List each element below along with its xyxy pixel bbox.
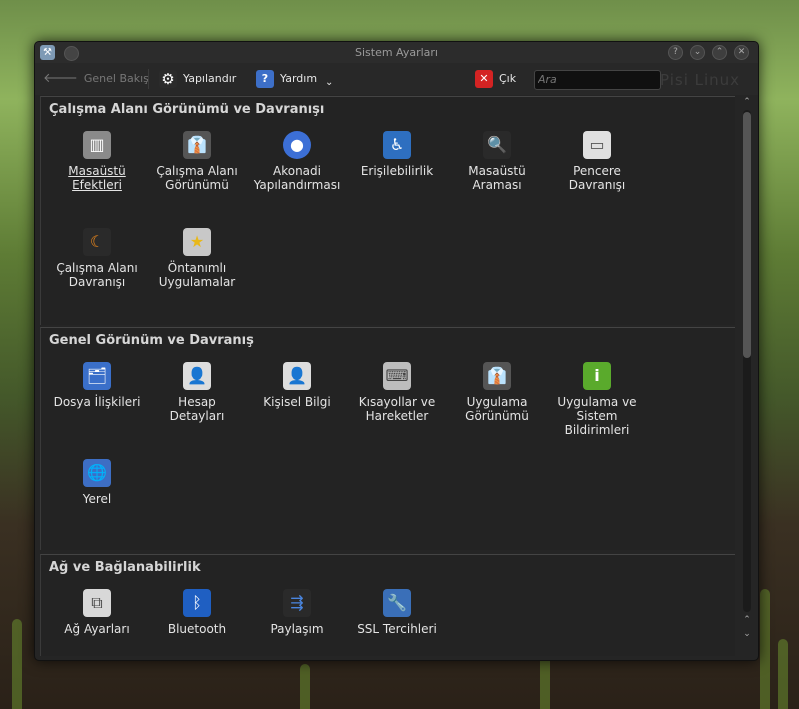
quit-label: Çık [499, 72, 517, 85]
item-label: Uygulama ve Sistem Bildirimleri [557, 395, 637, 437]
item-label: Kısayollar ve Hareketler [358, 395, 436, 423]
item-window-behavior[interactable]: ▭ Pencere Davranışı [547, 131, 647, 192]
scrollbar-track[interactable] [743, 110, 751, 612]
scroll-up-bottom-icon[interactable]: ⌃ [740, 614, 754, 626]
workspace-behavior-icon: ☾ [83, 228, 111, 256]
file-associations-icon: 🗂 [83, 362, 111, 390]
system-settings-window: ⚒ Sistem Ayarları ? ⌄ ⌃ ✕ 🡐 Genel Bakış … [34, 41, 759, 661]
window-title: Sistem Ayarları [355, 46, 438, 59]
item-ssl-preferences[interactable]: 🔧 SSL Tercihleri [347, 589, 447, 636]
scroll-down-icon[interactable]: ⌄ [740, 628, 754, 640]
window-behavior-icon: ▭ [583, 131, 611, 159]
minimize-button[interactable]: ⌄ [690, 45, 705, 60]
item-sharing[interactable]: ⇶ Paylaşım [247, 589, 347, 636]
toolbar-separator [148, 69, 149, 89]
item-personal-info[interactable]: 👤 Kişisel Bilgi [247, 362, 347, 409]
account-details-icon: 👤 [183, 362, 211, 390]
section-network: Ağ ve Bağlanabilirlik ⧉ Ağ Ayarları ᛒ Bl… [40, 554, 735, 656]
item-notifications[interactable]: i Uygulama ve Sistem Bildirimleri [547, 362, 647, 437]
item-label: Pencere Davranışı [568, 164, 626, 192]
item-bluetooth[interactable]: ᛒ Bluetooth [147, 589, 247, 636]
desktop-effects-icon: ▥ [83, 131, 111, 159]
help-label: Yardım [280, 72, 318, 85]
item-label: Masaüstü Araması [468, 164, 526, 192]
section-title: Ağ ve Bağlanabilirlik [49, 560, 201, 575]
item-desktop-effects[interactable]: ▥ Masaüstü Efektleri [47, 131, 147, 192]
pisi-linux-watermark: Pisi Linux [660, 71, 741, 89]
item-file-associations[interactable]: 🗂 Dosya İlişkileri [47, 362, 147, 409]
desktop-search-icon: 🔍 [483, 131, 511, 159]
item-locale[interactable]: 🌐 Yerel [47, 459, 147, 506]
scrollbar-thumb[interactable] [743, 112, 751, 358]
item-label: Bluetooth [167, 622, 227, 636]
settings-content: Çalışma Alanı Görünümü ve Davranışı ▥ Ma… [40, 96, 740, 656]
notifications-icon: i [583, 362, 611, 390]
item-application-appearance[interactable]: 👔 Uygulama Görünümü [447, 362, 547, 423]
item-label: Ağ Ayarları [64, 622, 130, 636]
search-input[interactable] [534, 70, 661, 90]
item-shortcuts-gestures[interactable]: ⌨ Kısayollar ve Hareketler [347, 362, 447, 423]
help-button[interactable]: ? Yardım ⌄ [256, 68, 333, 90]
item-workspace-appearance[interactable]: 👔 Çalışma Alanı Görünümü [147, 131, 247, 192]
help-icon: ? [256, 70, 274, 88]
default-applications-icon: ★ [183, 228, 211, 256]
chevron-down-icon[interactable]: ⌄ [325, 72, 333, 94]
network-settings-icon: ⧉ [83, 589, 111, 617]
item-desktop-search[interactable]: 🔍 Masaüstü Araması [447, 131, 547, 192]
item-label: Hesap Detayları [169, 395, 225, 423]
close-button[interactable]: ✕ [734, 45, 749, 60]
quit-button[interactable]: ✕ Çık [475, 68, 516, 90]
configure-label: Yapılandır [183, 72, 237, 85]
item-label: Kişisel Bilgi [263, 395, 331, 409]
title-bar[interactable]: ⚒ Sistem Ayarları ? ⌄ ⌃ ✕ [35, 42, 758, 63]
item-label: Öntanımlı Uygulamalar [158, 261, 236, 289]
item-default-applications[interactable]: ★ Öntanımlı Uygulamalar [147, 228, 247, 289]
item-label: Masaüstü Efektleri [68, 164, 126, 192]
ssl-preferences-icon: 🔧 [383, 589, 411, 617]
section-workspace: Çalışma Alanı Görünümü ve Davranışı ▥ Ma… [40, 96, 735, 325]
maximize-button[interactable]: ⌃ [712, 45, 727, 60]
help-titlebar-button[interactable]: ? [668, 45, 683, 60]
gear-icon: ⚙ [159, 70, 177, 88]
section-title: Çalışma Alanı Görünümü ve Davranışı [49, 102, 325, 117]
scroll-up-icon[interactable]: ⌃ [740, 96, 754, 108]
item-label: Paylaşım [270, 622, 324, 636]
bluetooth-icon: ᛒ [183, 589, 211, 617]
section-general-appearance: Genel Görünüm ve Davranış 🗂 Dosya İlişki… [40, 327, 735, 550]
item-label: Erişilebilirlik [360, 164, 434, 178]
back-arrow-icon: 🡐 [43, 71, 78, 86]
item-label: SSL Tercihleri [357, 622, 437, 636]
shortcuts-icon: ⌨ [383, 362, 411, 390]
item-label: Yerel [82, 492, 112, 506]
item-label: Çalışma Alanı Görünümü [156, 164, 238, 192]
overview-back-button[interactable]: 🡐 Genel Bakış [43, 68, 149, 90]
item-accessibility[interactable]: ♿ Erişilebilirlik [347, 131, 447, 178]
accessibility-icon: ♿ [383, 131, 411, 159]
item-label: Akonadi Yapılandırması [253, 164, 341, 192]
item-label: Uygulama Görünümü [465, 395, 529, 423]
item-label: Dosya İlişkileri [53, 395, 141, 409]
item-account-details[interactable]: 👤 Hesap Detayları [147, 362, 247, 423]
vertical-scrollbar[interactable]: ⌃ ⌃ ⌄ [740, 96, 754, 656]
item-network-settings[interactable]: ⧉ Ağ Ayarları [47, 589, 147, 636]
quit-icon: ✕ [475, 70, 493, 88]
configure-button[interactable]: ⚙ Yapılandır [159, 68, 236, 90]
section-title: Genel Görünüm ve Davranış [49, 333, 254, 348]
item-label: Çalışma Alanı Davranışı [56, 261, 138, 289]
workspace-appearance-icon: 👔 [183, 131, 211, 159]
back-label: Genel Bakış [83, 72, 149, 85]
item-workspace-behavior[interactable]: ☾ Çalışma Alanı Davranışı [47, 228, 147, 289]
application-appearance-icon: 👔 [483, 362, 511, 390]
sharing-icon: ⇶ [283, 589, 311, 617]
personal-info-icon: 👤 [283, 362, 311, 390]
item-akonadi[interactable]: ● Akonadi Yapılandırması [247, 131, 347, 192]
akonadi-icon: ● [283, 131, 311, 159]
locale-icon: 🌐 [83, 459, 111, 487]
